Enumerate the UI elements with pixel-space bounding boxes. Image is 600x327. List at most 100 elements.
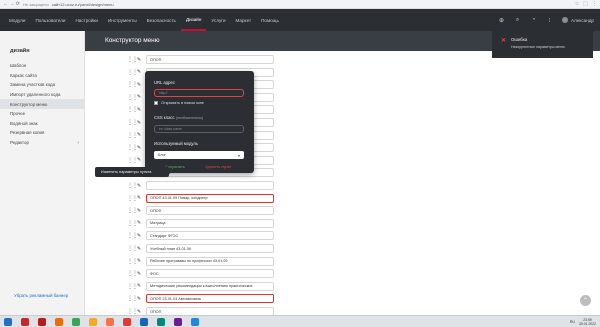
- drag-handle-icon[interactable]: ⋮⋮: [127, 132, 138, 139]
- app-yellow-icon[interactable]: [87, 317, 99, 327]
- pencil-icon[interactable]: ✎: [136, 183, 142, 189]
- topnav-item[interactable]: Услуги: [206, 9, 230, 31]
- pencil-icon[interactable]: ✎: [136, 246, 142, 252]
- menu-item-input[interactable]: Учебный план 43.01.09: [146, 244, 274, 253]
- url-text[interactable]: сайт12.ucoz.ru/panel/design/menu: [52, 2, 114, 7]
- star-icon[interactable]: ☆: [575, 1, 579, 7]
- checkbox-box[interactable]: [154, 101, 158, 105]
- remove-banner-link[interactable]: Убрать рекламный баннер: [14, 293, 68, 298]
- topnav-item[interactable]: Безопасность: [142, 9, 181, 31]
- sidebar-item[interactable]: Замена участков кода: [0, 80, 85, 90]
- drag-handle-icon[interactable]: ⋮⋮: [127, 106, 138, 113]
- drag-handle-icon[interactable]: ⋮⋮: [127, 94, 138, 101]
- pencil-icon[interactable]: ✎: [136, 132, 142, 138]
- sidebar-item[interactable]: Каркас сайта: [0, 71, 85, 81]
- drag-handle-icon[interactable]: ⋮⋮: [127, 283, 138, 290]
- clock[interactable]: 23:59 30.01.2022: [579, 318, 596, 326]
- sidebar-item[interactable]: Прочее: [0, 109, 85, 119]
- drag-handle-icon[interactable]: ⋮⋮: [127, 119, 138, 126]
- drag-handle-icon[interactable]: ⋮⋮: [127, 195, 138, 202]
- menu-item-input[interactable]: Матрица: [146, 218, 274, 228]
- new-window-checkbox[interactable]: Открывать в новом окне: [154, 101, 204, 105]
- pencil-icon[interactable]: ✎: [136, 283, 142, 289]
- sidebar-item[interactable]: Водяной знак: [0, 119, 85, 129]
- pencil-icon[interactable]: ✎: [136, 220, 142, 226]
- drag-handle-icon[interactable]: ⋮⋮: [127, 258, 138, 265]
- menu-item-input[interactable]: ОПОП 43.01.09 Повар, кондитер: [146, 193, 274, 203]
- topnav-item[interactable]: Инструменты: [103, 9, 142, 31]
- drag-handle-icon[interactable]: ⋮⋮: [127, 207, 138, 214]
- pencil-icon[interactable]: ✎: [136, 145, 142, 151]
- menu-item-input[interactable]: ОПОП: [146, 55, 274, 64]
- user-menu[interactable]: Александр: [562, 17, 594, 23]
- add-icon[interactable]: ⊕: [498, 17, 505, 24]
- topnav-item[interactable]: Помощь: [256, 9, 284, 31]
- module-select[interactable]: Блог ▾: [154, 151, 244, 159]
- pencil-icon[interactable]: ✎: [136, 271, 142, 277]
- css-class-input[interactable]: ex: class-name: [154, 125, 244, 133]
- app-teal-icon[interactable]: [155, 317, 167, 327]
- menu-item-input[interactable]: ОПОП: [146, 206, 274, 216]
- app-orange-2-icon[interactable]: [104, 317, 116, 327]
- pencil-icon[interactable]: ✎: [136, 82, 142, 88]
- delete-item-button[interactable]: Удалить пункт: [205, 164, 231, 169]
- app-viber-icon[interactable]: [172, 317, 184, 327]
- menu-item-input[interactable]: [146, 181, 274, 190]
- pencil-icon[interactable]: ✎: [136, 208, 142, 214]
- pencil-icon[interactable]: ✎: [136, 94, 142, 100]
- app-orange-icon[interactable]: [53, 317, 65, 327]
- pencil-icon[interactable]: ✎: [136, 296, 142, 302]
- sidebar-item[interactable]: Резервная копия: [0, 128, 85, 138]
- drag-handle-icon[interactable]: ⋮⋮: [127, 308, 138, 315]
- pencil-icon[interactable]: ✎: [136, 258, 142, 264]
- drag-handle-icon[interactable]: ⋮⋮: [127, 232, 138, 239]
- language-indicator[interactable]: RU: [570, 320, 575, 324]
- menu-item-input[interactable]: ОПОП 23.01.03 Автомеханик: [146, 294, 274, 304]
- drag-handle-icon[interactable]: ⋮⋮: [127, 295, 138, 302]
- chrome-app-icon[interactable]: [70, 317, 82, 327]
- windows-app-icon[interactable]: [2, 317, 14, 327]
- app-blue-icon[interactable]: [138, 317, 150, 327]
- extensions-icon[interactable]: ⬚: [583, 1, 588, 7]
- pencil-icon[interactable]: ✎: [136, 309, 142, 315]
- menu-item-input[interactable]: Методические рекомендации к выполнению п…: [146, 281, 274, 291]
- pencil-icon[interactable]: ✎: [136, 107, 142, 113]
- grid-icon[interactable]: ⁝: [546, 17, 553, 24]
- drag-handle-icon[interactable]: ⋮⋮: [127, 81, 138, 88]
- drag-handle-icon[interactable]: ⋮⋮: [127, 56, 138, 63]
- app-word-icon[interactable]: [189, 317, 201, 327]
- pencil-icon[interactable]: ✎: [136, 233, 142, 239]
- sidebar-item[interactable]: Шаблон: [0, 61, 85, 71]
- topnav-item[interactable]: Модули: [4, 9, 30, 31]
- app-red-icon[interactable]: [19, 317, 31, 327]
- app-red-2-icon[interactable]: [36, 317, 48, 327]
- drag-handle-icon[interactable]: ⋮⋮: [127, 270, 138, 277]
- topnav-item[interactable]: Дизайн: [180, 9, 207, 31]
- url-input[interactable]: http://: [154, 89, 244, 97]
- menu-item-input[interactable]: Стандарт ФГОС: [146, 231, 274, 241]
- search-icon[interactable]: ⌕: [514, 17, 521, 24]
- error-icon[interactable]: ✕: [501, 37, 506, 44]
- drag-handle-icon[interactable]: ⋮⋮: [127, 144, 138, 151]
- topnav-item[interactable]: Пользователи: [30, 9, 70, 31]
- drag-handle-icon[interactable]: ⋮⋮: [127, 182, 138, 189]
- pencil-icon[interactable]: ✎: [136, 195, 142, 201]
- sidebar-item[interactable]: Конструктор меню: [0, 99, 85, 109]
- browser-url[interactable]: Не защищено сайт12.ucoz.ru/panel/design/…: [23, 2, 114, 7]
- pencil-icon[interactable]: ✎: [136, 157, 142, 163]
- notification-icon[interactable]: ◔: [530, 17, 537, 24]
- scroll-top-button[interactable]: ⌃: [580, 295, 591, 306]
- app-yandex-icon[interactable]: [121, 317, 133, 327]
- drag-handle-icon[interactable]: ⋮⋮: [127, 245, 138, 252]
- pencil-icon[interactable]: ✎: [136, 69, 142, 75]
- pencil-icon[interactable]: ✎: [136, 57, 142, 63]
- menu-item-input[interactable]: Рабочие программы по профессии 43.01.09: [146, 256, 274, 266]
- drag-handle-icon[interactable]: ⋮⋮: [127, 69, 138, 76]
- sidebar-item[interactable]: Редактор ›: [0, 138, 85, 148]
- pencil-icon[interactable]: ✎: [136, 120, 142, 126]
- browser-nav-arrows[interactable]: ← → ⟳: [3, 1, 20, 7]
- menu-item-input[interactable]: ФОС: [146, 269, 274, 279]
- drag-handle-icon[interactable]: ⋮⋮: [127, 157, 138, 164]
- browser-menu-icon[interactable]: ⋮: [592, 1, 597, 7]
- drag-handle-icon[interactable]: ⋮⋮: [127, 220, 138, 227]
